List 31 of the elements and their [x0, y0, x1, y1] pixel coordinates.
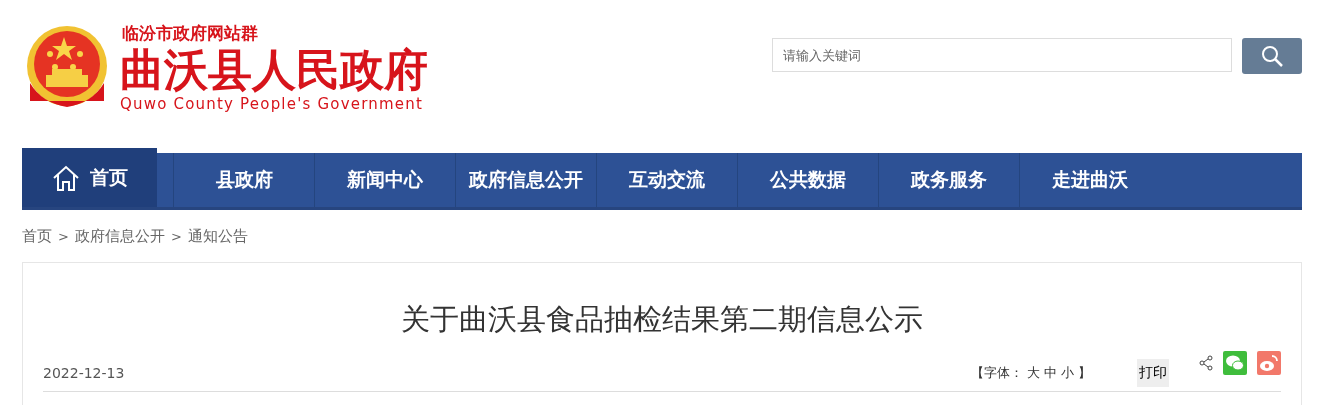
nav-tab[interactable]: 互动交流: [596, 153, 737, 207]
nav-tab[interactable]: 公共数据: [737, 153, 878, 207]
share-icon[interactable]: [1199, 355, 1213, 371]
nav-tab[interactable]: 政府信息公开: [455, 153, 596, 207]
nav-tab[interactable]: 新闻中心: [314, 153, 455, 207]
home-icon: [51, 163, 80, 192]
site-name: 曲沃县人民政府: [120, 45, 428, 95]
nav-tab[interactable]: 走进曲沃: [1019, 153, 1160, 207]
breadcrumb-link[interactable]: 通知公告: [187, 226, 248, 246]
search-field[interactable]: 请输入关键词: [772, 38, 1232, 72]
wechat-icon[interactable]: [1223, 351, 1247, 375]
font-size-link[interactable]: 中: [1044, 364, 1057, 382]
site-name-english: Quwo County People's Government: [120, 95, 424, 113]
font-size-label: 【字体：: [971, 364, 1023, 382]
site-group-title: 临汾市政府网站群: [122, 22, 259, 45]
search-button[interactable]: [1242, 38, 1302, 74]
search-icon: [1260, 44, 1284, 68]
breadcrumb-separator: >: [58, 228, 69, 244]
breadcrumb-link[interactable]: 政府信息公开: [74, 226, 165, 246]
article-title: 关于曲沃县食品抽检结果第二期信息公示: [400, 301, 924, 338]
breadcrumb-link[interactable]: 首页: [22, 226, 52, 246]
nav-tab[interactable]: 首页: [22, 148, 157, 207]
font-size-link[interactable]: 大: [1027, 364, 1040, 382]
breadcrumb-separator: >: [170, 228, 182, 244]
nav-tab[interactable]: 政务服务: [878, 153, 1019, 207]
bracket: 】: [1078, 364, 1091, 382]
weibo-icon[interactable]: [1257, 351, 1281, 375]
publish-date: 2022-12-13: [43, 365, 126, 381]
nav-tab[interactable]: 县政府: [173, 153, 314, 207]
font-size-link[interactable]: 小: [1061, 364, 1074, 382]
print-button[interactable]: 打印: [1137, 359, 1169, 387]
